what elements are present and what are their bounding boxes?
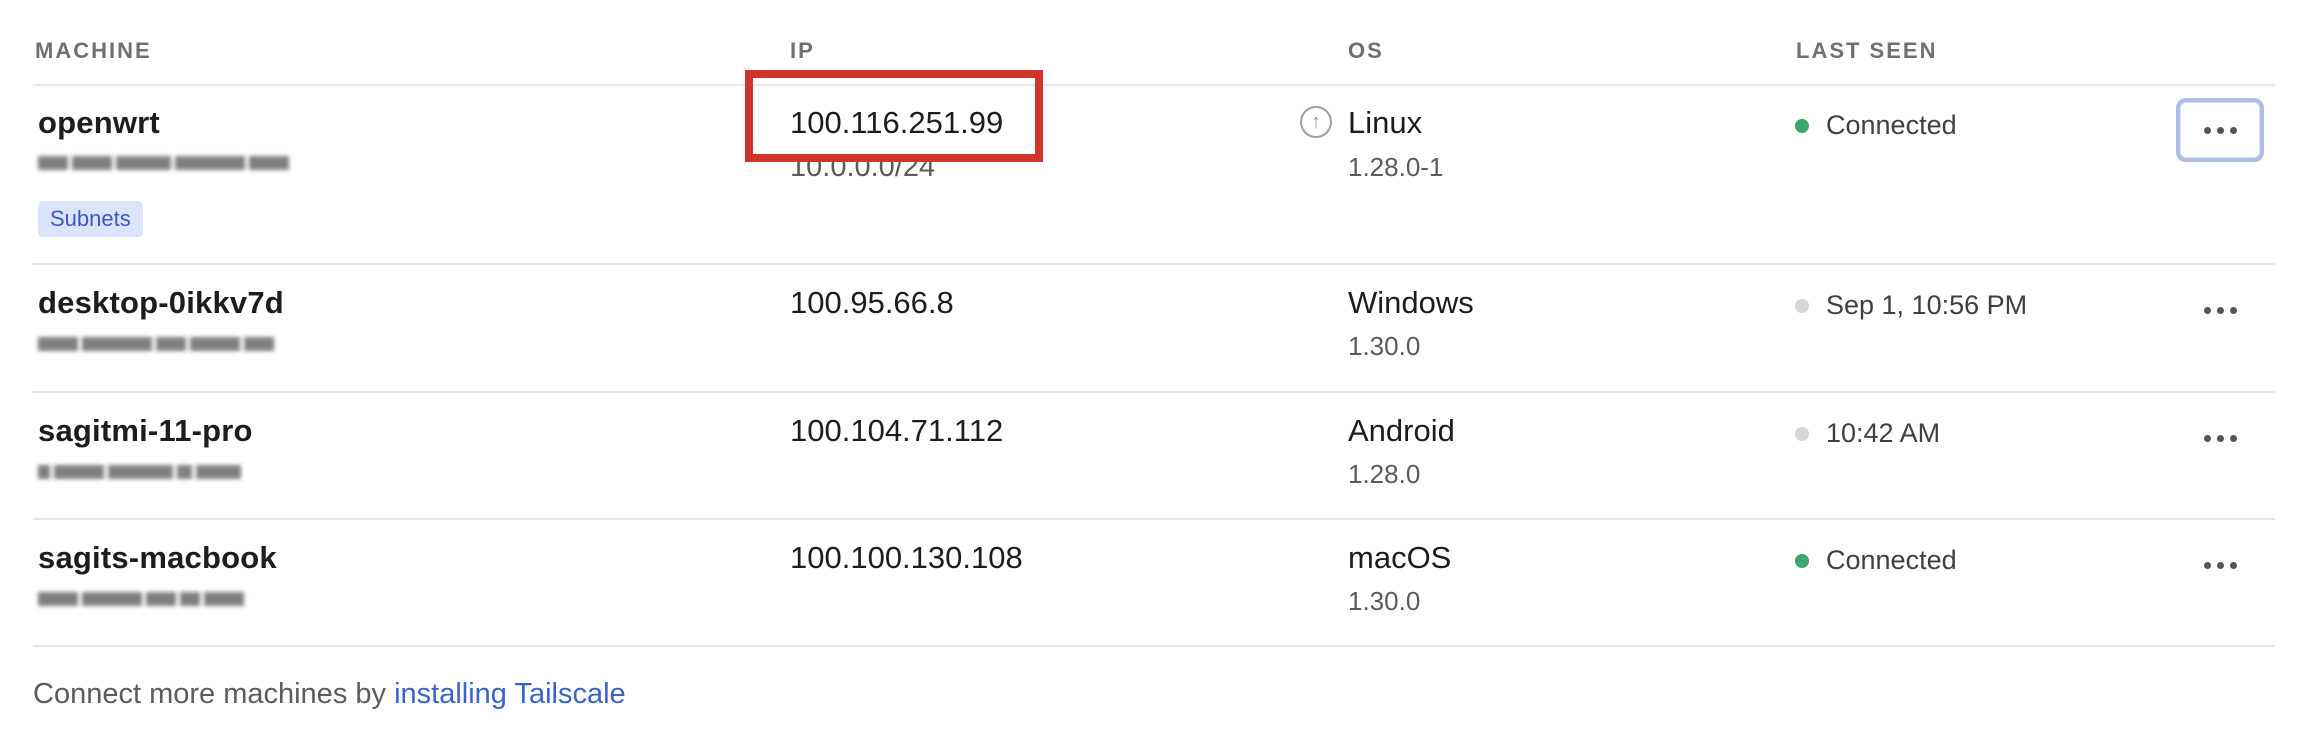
ip-address[interactable]: 100.95.66.8 (790, 285, 954, 321)
row-menu-button[interactable] (2176, 278, 2264, 342)
status-dot (1795, 554, 1809, 568)
status-dot (1795, 427, 1809, 441)
machine-name[interactable]: openwrt (38, 105, 160, 141)
more-horizontal-icon (2201, 121, 2240, 139)
table-row[interactable]: openwrt Subnets 100.116.251.99 10.0.0.0/… (0, 86, 2300, 262)
more-horizontal-icon (2201, 301, 2240, 319)
os-name: Windows (1348, 285, 1474, 320)
os-name: Linux (1348, 105, 1423, 140)
table-row[interactable]: sagitmi-11-pro 100.104.71.112 Android 1.… (0, 393, 2300, 519)
subnets-badge: Subnets (38, 201, 143, 237)
machines-page: MACHINE IP OS LAST SEEN openwrt Subnets … (0, 0, 2300, 748)
arrow-up-circle-icon[interactable]: ↑ (1300, 106, 1332, 138)
os-name: Android (1348, 413, 1455, 448)
status-dot (1795, 119, 1809, 133)
install-link[interactable]: installing Tailscale (394, 678, 626, 710)
footer-text: Connect more machines by installing Tail… (33, 678, 626, 711)
row-menu-button[interactable] (2176, 533, 2264, 597)
last-seen: Connected (1826, 545, 1957, 575)
more-horizontal-icon (2201, 556, 2240, 574)
ip-address[interactable]: 100.100.130.108 (790, 540, 1023, 576)
machine-name[interactable]: sagitmi-11-pro (38, 413, 253, 449)
highlight-box (745, 70, 1043, 162)
header-os: OS (1348, 38, 1384, 63)
header-machine: MACHINE (35, 38, 152, 63)
client-version: 1.30.0 (1348, 586, 1421, 616)
footer-prefix: Connect more machines by (33, 678, 395, 710)
table-row[interactable]: desktop-0ikkv7d 100.95.66.8 Windows 1.30… (0, 265, 2300, 391)
row-menu-button[interactable] (2176, 406, 2264, 470)
redacted-hostname (38, 590, 288, 612)
status-dot (1795, 299, 1809, 313)
ip-address[interactable]: 100.104.71.112 (790, 413, 1003, 449)
redacted-hostname (38, 335, 303, 357)
header-last-seen: LAST SEEN (1796, 38, 1938, 63)
machine-name[interactable]: sagits-macbook (38, 540, 277, 576)
row-menu-button[interactable] (2176, 98, 2264, 162)
last-seen: 10:42 AM (1826, 418, 1941, 448)
last-seen: Connected (1826, 110, 1957, 140)
client-version: 1.28.0 (1348, 459, 1421, 489)
machine-name[interactable]: desktop-0ikkv7d (38, 285, 284, 321)
redacted-hostname (38, 463, 288, 485)
more-horizontal-icon (2201, 429, 2240, 447)
os-name: macOS (1348, 540, 1452, 575)
redacted-hostname (38, 154, 303, 176)
client-version: 1.30.0 (1348, 331, 1421, 361)
client-version: 1.28.0-1 (1348, 152, 1444, 182)
last-seen: Sep 1, 10:56 PM (1826, 290, 2028, 320)
table-row[interactable]: sagits-macbook 100.100.130.108 macOS 1.3… (0, 520, 2300, 646)
divider (33, 645, 2275, 647)
header-ip: IP (790, 38, 815, 63)
table-header: MACHINE IP OS LAST SEEN (0, 0, 2300, 85)
